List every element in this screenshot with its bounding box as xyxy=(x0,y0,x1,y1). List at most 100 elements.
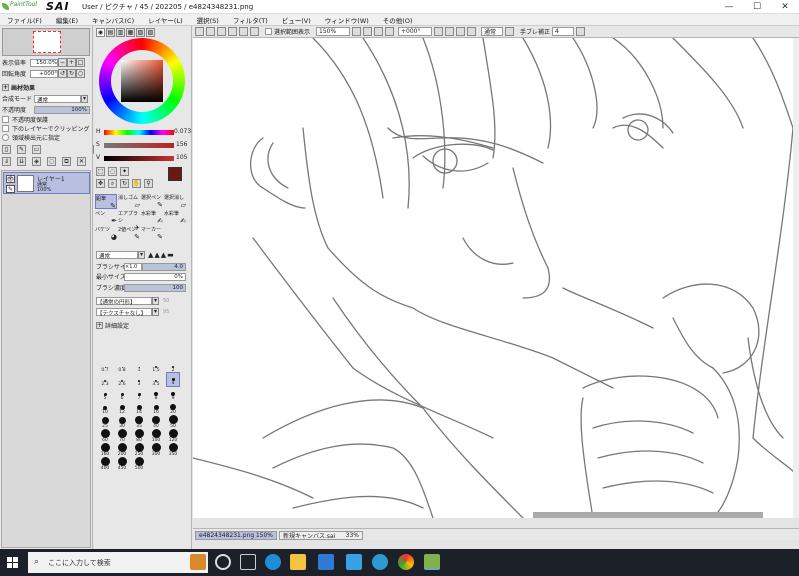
brush-size-preset[interactable]: 4 xyxy=(166,372,180,387)
mask-icon[interactable]: ◈ xyxy=(32,157,41,166)
zoom-out-button[interactable] xyxy=(352,27,362,36)
brush-size-preset[interactable]: 60 xyxy=(98,428,112,443)
foreground-color-swatch[interactable] xyxy=(168,167,182,181)
menu-view[interactable]: ビュー(V) xyxy=(275,15,318,25)
lasso-icon[interactable]: ◌ xyxy=(108,167,117,176)
brush-size-preset[interactable]: 25 xyxy=(98,414,112,429)
selection-display-checkbox[interactable] xyxy=(265,28,272,35)
layer-props-header[interactable]: + 画材効果 xyxy=(2,83,35,92)
detail-settings-toggle[interactable]: + 詳細設定 xyxy=(96,321,129,330)
tool-watercolor[interactable]: 水彩筆 ✍ xyxy=(141,210,163,225)
brush-size-preset[interactable]: 50 xyxy=(166,414,180,429)
tool-bucket[interactable]: バケツ ◕ xyxy=(95,226,117,241)
tool-airbrush[interactable]: エアブラシ ✈ xyxy=(118,210,140,232)
color-wheel-mode-icon[interactable]: ◉ xyxy=(96,28,105,37)
rotate-left-button[interactable] xyxy=(434,27,444,36)
chevron-down-icon[interactable]: ▾ xyxy=(81,94,88,103)
tool-pen[interactable]: ペン ✒ xyxy=(95,210,117,225)
horizontal-scrollbar[interactable] xyxy=(533,512,763,518)
menu-window[interactable]: ウィンドウ(W) xyxy=(318,15,376,25)
menu-layer[interactable]: レイヤー(L) xyxy=(141,15,190,25)
rotate-reset-button[interactable] xyxy=(456,27,466,36)
brush-size-preset[interactable]: 5 xyxy=(98,386,112,401)
rotate-left-button[interactable]: ↺ xyxy=(58,69,67,78)
brush-size-preset[interactable]: 9 xyxy=(166,386,180,401)
brush-size-preset[interactable]: 500 xyxy=(132,456,146,471)
redo-icon[interactable] xyxy=(206,27,215,36)
radio[interactable] xyxy=(2,134,9,141)
rotate-reset-button[interactable]: ○ xyxy=(76,69,85,78)
zoom-fit-button[interactable] xyxy=(374,27,384,36)
navigator-preview[interactable] xyxy=(2,28,90,56)
zoom-tool-icon[interactable]: ⌕ xyxy=(108,179,117,188)
trash-icon[interactable]: ✕ xyxy=(77,157,86,166)
zoom-out-button[interactable]: − xyxy=(58,58,67,67)
opacity-slider[interactable]: 100% xyxy=(34,105,90,114)
rotate-field[interactable]: +000° xyxy=(30,69,58,78)
invert-selection-icon[interactable] xyxy=(228,27,237,36)
canvas[interactable] xyxy=(193,38,799,518)
explorer-icon[interactable] xyxy=(290,554,306,570)
tool-binary-pen[interactable]: 2値ペン ✎ xyxy=(118,226,140,241)
brush-size-preset[interactable]: 100 xyxy=(149,428,163,443)
tool-select-pen[interactable]: 選択ペン ✎ xyxy=(141,194,163,209)
tool-pencil[interactable]: 鉛筆 ✎ xyxy=(95,194,117,210)
brush-size-preset[interactable]: 250 xyxy=(132,442,146,457)
brush-size-preset[interactable]: 2 xyxy=(166,358,180,373)
brush-size-preset[interactable]: 160 xyxy=(98,442,112,457)
texture-select[interactable]: 【テクスチャなし】 xyxy=(96,307,152,317)
windows-start-icon[interactable] xyxy=(7,557,18,568)
multitask-icon[interactable] xyxy=(240,554,256,570)
brush-size-preset[interactable]: 1 xyxy=(132,358,146,373)
zoom-field[interactable]: 150.0% xyxy=(30,58,58,67)
blend-select[interactable]: 通常 xyxy=(34,94,81,104)
brush-shape-select[interactable]: 【通常の円形】 xyxy=(96,296,152,306)
chevron-down-icon[interactable]: ▾ xyxy=(152,307,159,316)
sv-square[interactable] xyxy=(121,60,163,102)
chrome-icon[interactable] xyxy=(398,554,414,570)
checkbox[interactable] xyxy=(2,125,9,132)
scratchpad-mode-icon[interactable]: ▧ xyxy=(136,28,145,37)
min-size-slider[interactable]: 0% xyxy=(124,272,186,281)
hsv-slider-mode-icon[interactable]: ▥ xyxy=(116,28,125,37)
brush-size-preset[interactable]: 40 xyxy=(149,414,163,429)
zoom-reset-button[interactable] xyxy=(385,27,395,36)
vertical-scrollbar[interactable] xyxy=(793,38,799,518)
rotate-right-button[interactable]: ↻ xyxy=(67,69,76,78)
magic-wand-icon[interactable]: ✦ xyxy=(120,167,129,176)
rotate-right-button[interactable] xyxy=(445,27,455,36)
mail-icon[interactable] xyxy=(346,554,362,570)
close-button[interactable]: ✕ xyxy=(771,0,799,14)
brush-size-preset[interactable]: 35 xyxy=(132,414,146,429)
new-folder-icon[interactable]: ▭ xyxy=(32,145,41,154)
transfer-down-icon[interactable]: ⇓ xyxy=(2,157,11,166)
zoom-reset-button[interactable]: □ xyxy=(76,58,85,67)
brush-size-preset[interactable]: 1.5 xyxy=(149,358,163,373)
chevron-down-icon[interactable]: ▾ xyxy=(138,250,145,259)
layer-row[interactable]: 👁 ✎ レイヤー1 通常 100% xyxy=(3,172,90,194)
swatch-mode-icon[interactable]: ▦ xyxy=(126,28,135,37)
edge-icon[interactable] xyxy=(265,554,281,570)
undo-icon[interactable] xyxy=(195,27,204,36)
brush-size-preset[interactable]: 2.6 xyxy=(115,372,129,387)
canvas-mode-select[interactable]: 通常 xyxy=(481,27,504,36)
office-icon[interactable] xyxy=(372,554,388,570)
brush-size-preset[interactable]: 3.5 xyxy=(149,372,163,387)
brush-size-preset[interactable]: 120 xyxy=(166,428,180,443)
transform-icon[interactable] xyxy=(250,27,259,36)
merge-down-icon[interactable]: ⇊ xyxy=(17,157,26,166)
copy-layer-icon[interactable]: ⧉ xyxy=(62,157,71,166)
menu-other[interactable]: その他(O) xyxy=(376,15,420,25)
new-layer-icon[interactable]: ▯ xyxy=(2,145,11,154)
deselect-icon[interactable] xyxy=(217,27,226,36)
brush-size-preset[interactable]: 200 xyxy=(115,442,129,457)
selection-icon[interactable]: ⬚ xyxy=(96,167,105,176)
saturation-slider[interactable] xyxy=(104,143,174,148)
chevron-down-icon[interactable] xyxy=(505,27,515,36)
brush-mode-select[interactable]: 通常 xyxy=(96,250,138,260)
menu-select[interactable]: 選択(S) xyxy=(190,15,226,25)
clear-layer-icon[interactable]: ◌ xyxy=(47,157,56,166)
crop-icon[interactable] xyxy=(239,27,248,36)
brush-size-preset[interactable]: 7 xyxy=(132,386,146,401)
brush-size-preset[interactable]: 300 xyxy=(149,442,163,457)
